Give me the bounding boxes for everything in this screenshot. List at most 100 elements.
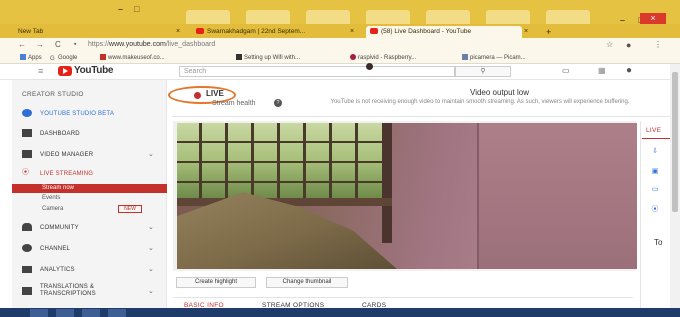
page-icon xyxy=(236,54,242,61)
door-knob xyxy=(366,63,373,70)
upload-video-icon[interactable]: ▭ xyxy=(562,66,570,75)
sidebar-item-translations[interactable]: TRANSLATIONS & TRANSCRIPTIONS xyxy=(22,284,122,298)
live-broadcast-icon[interactable]: ⦿ xyxy=(650,206,660,213)
tab-label: Swarnakhadgam | 22nd Septem... xyxy=(207,28,306,35)
sidebar-subitem-camera[interactable]: Camera xyxy=(42,206,63,212)
stream-health-label: Stream health xyxy=(212,100,256,107)
browser-menu-icon[interactable]: ⋮ xyxy=(654,39,662,51)
live-status: LIVE xyxy=(206,89,224,98)
sidebar-item-channel[interactable]: CHANNEL xyxy=(22,242,70,256)
window-maximize-button[interactable]: □ xyxy=(134,4,139,14)
sidebar-item-label: ANALYTICS xyxy=(40,267,75,273)
url-path: /live_dashboard xyxy=(165,41,216,48)
forward-arrow-icon[interactable]: → xyxy=(36,39,44,51)
hamburger-menu-icon[interactable]: ≡ xyxy=(38,66,43,76)
taskbar-app[interactable] xyxy=(108,309,126,317)
tab-new-tab[interactable]: New Tab xyxy=(18,26,138,38)
new-tab-plus-icon[interactable]: + xyxy=(546,26,551,38)
youtube-play-icon xyxy=(58,66,72,76)
url-field[interactable]: https://www.youtube.com/live_dashboard xyxy=(88,40,215,50)
tab-close-icon[interactable]: × xyxy=(350,26,354,38)
channel-icon xyxy=(22,244,32,253)
tab-label: (58) Live Dashboard - YouTube xyxy=(381,28,472,35)
sidebar-item-analytics[interactable]: ANALYTICS xyxy=(22,263,75,277)
window-close-button[interactable]: × xyxy=(640,13,666,24)
sidebar-subitem-stream-now[interactable]: Stream now xyxy=(12,184,167,193)
youtube-logo[interactable]: YouTube xyxy=(58,65,113,77)
makeuseof-icon xyxy=(100,54,106,61)
bookmark-wifi[interactable]: Setting up Wifi with... xyxy=(236,53,300,63)
chevron-down-icon[interactable]: ⌄ xyxy=(148,244,154,252)
chevron-down-icon[interactable]: ⌄ xyxy=(148,223,154,231)
raspberry-icon xyxy=(350,54,356,61)
bookmark-google[interactable]: G Google xyxy=(50,53,77,63)
scrollbar-thumb[interactable] xyxy=(672,72,678,212)
bookmark-label: www.makeuseof.co... xyxy=(108,55,165,61)
search-input[interactable]: Search xyxy=(179,66,455,77)
tab-close-icon[interactable]: × xyxy=(176,26,180,38)
search-button[interactable]: ⚲ xyxy=(455,66,511,77)
warning-title: Video output low xyxy=(470,88,530,97)
reload-icon[interactable]: C xyxy=(55,39,61,51)
sidebar-item-community[interactable]: COMMUNITY xyxy=(22,221,79,235)
page-icon xyxy=(462,54,468,61)
translate-icon xyxy=(22,287,32,295)
sidebar-item-studio-beta[interactable]: YOUTUBE STUDIO BETA xyxy=(22,107,114,121)
window-minimize-button[interactable]: – xyxy=(118,4,123,14)
live-video-preview[interactable] xyxy=(177,123,637,269)
sidebar-item-label: TRANSLATIONS & TRANSCRIPTIONS xyxy=(40,284,96,297)
google-icon: G xyxy=(50,56,55,63)
back-arrow-icon[interactable]: ← xyxy=(18,39,26,51)
help-icon[interactable]: ? xyxy=(274,99,282,107)
tab-live-dashboard[interactable]: (58) Live Dashboard - YouTube xyxy=(366,26,522,38)
youtube-favicon-icon xyxy=(370,28,378,35)
bookmark-label: Apps xyxy=(28,55,42,61)
url-prefix: https:// xyxy=(88,41,110,48)
bookmark-raspivid[interactable]: raspivid - Raspberry... xyxy=(350,53,416,63)
tab-live-chat[interactable]: LIVE xyxy=(646,127,661,134)
sidebar-item-label: LIVE STREAMING xyxy=(40,171,94,177)
bookmark-label: Google xyxy=(58,55,78,61)
download-icon[interactable]: ⇩ xyxy=(650,148,660,155)
bookmark-makeuseof[interactable]: www.makeuseof.co... xyxy=(100,53,165,63)
bookmark-picamera[interactable]: picamera — Picam... xyxy=(462,53,526,63)
sidebar-item-video-manager[interactable]: VIDEO MANAGER xyxy=(22,148,93,162)
chevron-down-icon[interactable]: ⌄ xyxy=(148,150,154,158)
sidebar-title: CREATOR STUDIO xyxy=(22,91,84,98)
bookmark-label: Setting up Wifi with... xyxy=(244,55,301,61)
analytics-icon xyxy=(22,265,32,273)
taskbar-app[interactable] xyxy=(82,309,100,317)
avatar[interactable]: ● xyxy=(626,65,632,76)
youtube-wordmark: YouTube xyxy=(73,65,114,76)
tab-swarnakhadgam[interactable]: Swarnakhadgam | 22nd Septem... xyxy=(196,26,346,38)
change-thumbnail-button[interactable]: Change thumbnail xyxy=(266,277,348,288)
sidebar-item-live-streaming[interactable]: ⦿ LIVE STREAMING xyxy=(22,167,93,181)
active-tab-underline xyxy=(642,138,670,139)
bookmark-star-icon[interactable]: ☆ xyxy=(606,39,613,51)
create-highlight-button[interactable]: Create highlight xyxy=(176,277,256,288)
bookmark-label: picamera — Picam... xyxy=(470,55,526,61)
sidebar-item-dashboard[interactable]: DASHBOARD xyxy=(22,127,80,141)
community-icon xyxy=(22,223,32,232)
search-icon: ⚲ xyxy=(480,68,486,75)
divider xyxy=(172,116,670,117)
taskbar-app[interactable] xyxy=(56,309,74,317)
taskbar-app[interactable] xyxy=(30,309,48,317)
gear-icon xyxy=(22,109,32,118)
tab-close-icon[interactable]: × xyxy=(524,26,528,38)
apps-grid-icon xyxy=(20,54,26,61)
apps-icon[interactable]: ▦ xyxy=(598,66,606,75)
chevron-down-icon[interactable]: ⌄ xyxy=(148,287,154,295)
bookmark-apps[interactable]: Apps xyxy=(20,53,42,63)
sidebar-subitem-events[interactable]: Events xyxy=(42,195,60,201)
new-badge: NEW xyxy=(118,205,142,213)
extension-icon[interactable]: ● xyxy=(626,39,631,51)
live-status-dot-icon xyxy=(194,92,201,99)
dashboard-icon xyxy=(22,129,32,138)
right-panel-label: To xyxy=(654,238,663,247)
url-host: www.youtube.com xyxy=(109,41,166,48)
warning-message: YouTube is not receiving enough video to… xyxy=(330,99,630,105)
card-icon[interactable]: ▭ xyxy=(650,186,660,193)
chevron-down-icon[interactable]: ⌄ xyxy=(148,265,154,273)
image-icon[interactable]: ▣ xyxy=(650,168,660,175)
